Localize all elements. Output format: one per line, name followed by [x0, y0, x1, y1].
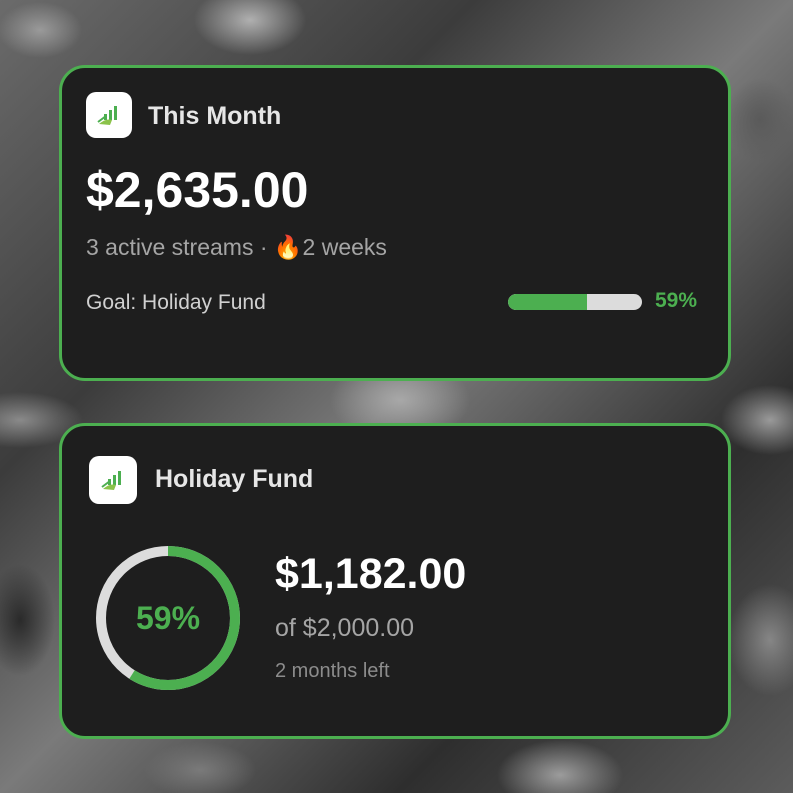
streak-text: 2 weeks [302, 234, 387, 260]
goal-label: Goal: Holiday Fund [86, 291, 266, 314]
fund-percent: 59% [135, 599, 201, 636]
this-month-card[interactable]: This Month $2,635.00 3 active streams · … [59, 65, 731, 381]
fund-amount: $1,182.00 [275, 550, 467, 598]
separator: · [259, 234, 268, 260]
fire-icon: 🔥 [273, 234, 303, 260]
app-logo-icon [86, 92, 132, 138]
fund-time-left: 2 months left [275, 660, 390, 682]
fund-target: of $2,000.00 [275, 614, 415, 642]
streams-summary: 3 active streams · 🔥2 weeks [86, 234, 387, 261]
card-title: Holiday Fund [155, 465, 314, 493]
streams-count: 3 active streams [86, 234, 254, 260]
app-logo-icon [89, 456, 137, 504]
goal-percent: 59% [655, 289, 698, 312]
holiday-fund-card[interactable]: Holiday Fund 59% $1,182.00 of $2,000.00 … [59, 423, 731, 739]
monthly-amount: $2,635.00 [86, 162, 309, 218]
card-title: This Month [148, 102, 282, 130]
goal-progress-bar [508, 294, 642, 310]
goal-progress-fill [508, 294, 588, 310]
